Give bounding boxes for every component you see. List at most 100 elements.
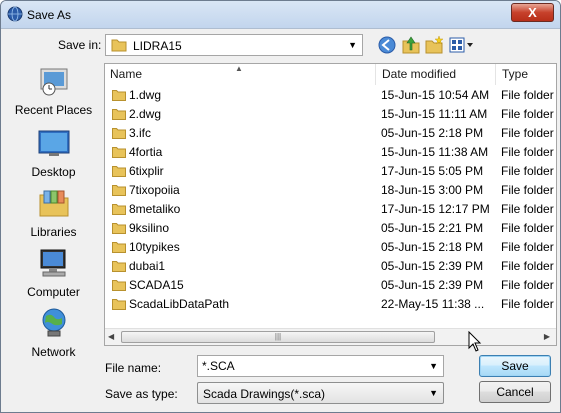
file-type: File folder	[501, 183, 554, 197]
computer-icon	[40, 249, 66, 277]
file-date: 15-Jun-15 11:38 AM	[381, 145, 489, 159]
file-row[interactable]: SCADA15 05-Jun-15 2:39 PM File folder	[105, 276, 556, 295]
file-row[interactable]: ScadaLibDataPath 22-May-15 11:38 ... File …	[105, 295, 556, 314]
scrollbar-thumb[interactable]: |||	[121, 331, 435, 343]
save-in-value: LIDRA15	[133, 39, 182, 53]
file-name: 10typikes	[129, 240, 180, 254]
save-in-dropdown[interactable]: LIDRA15 ▼	[105, 34, 363, 56]
file-name: 3.ifc	[129, 126, 152, 140]
place-label: Desktop	[31, 165, 76, 179]
place-network[interactable]: Network	[6, 307, 101, 365]
place-desktop[interactable]: Desktop	[6, 127, 101, 185]
file-type: File folder	[501, 202, 554, 216]
file-type: File folder	[501, 126, 554, 140]
file-type: File folder	[501, 297, 554, 311]
cancel-button[interactable]: Cancel	[479, 381, 551, 403]
places-bar: Recent Places Desktop Libraries Computer…	[6, 63, 101, 363]
save-as-dialog: Save As X Save in: LIDRA15 ▼ Recent Plac…	[0, 0, 561, 413]
file-date: 05-Jun-15 2:18 PM	[381, 126, 484, 140]
new-folder-icon[interactable]	[424, 35, 444, 55]
save-as-type-value: Scada Drawings(*.sca)	[203, 387, 326, 401]
file-name: 8metaliko	[129, 202, 181, 216]
file-row[interactable]: 9ksilino 05-Jun-15 2:21 PM File folder	[105, 219, 556, 238]
file-type: File folder	[501, 259, 554, 273]
file-type: File folder	[501, 88, 554, 102]
file-name: dubai1	[129, 259, 166, 273]
file-row[interactable]: dubai1 05-Jun-15 2:39 PM File folder	[105, 257, 556, 276]
file-type: File folder	[501, 164, 554, 178]
views-menu-icon[interactable]	[448, 35, 476, 55]
folder-icon	[112, 223, 126, 234]
mouse-cursor-icon	[468, 331, 482, 352]
horizontal-scrollbar[interactable]: ◀ ||| ▶	[105, 328, 556, 345]
file-date: 05-Jun-15 2:39 PM	[381, 278, 484, 292]
file-date: 17-Jun-15 12:17 PM	[381, 202, 490, 216]
folder-icon	[112, 90, 126, 101]
title-bar[interactable]: Save As X	[1, 1, 560, 29]
file-row[interactable]: 4fortia 15-Jun-15 11:38 AM File folder	[105, 143, 556, 162]
file-name-input[interactable]	[202, 359, 427, 373]
file-name: 1.dwg	[129, 88, 162, 102]
cancel-button-label: Cancel	[496, 385, 534, 399]
scroll-left-icon[interactable]: ◀	[108, 332, 114, 341]
chevron-down-icon: ▼	[348, 40, 357, 50]
file-date: 18-Jun-15 3:00 PM	[381, 183, 484, 197]
column-date-label: Date modified	[382, 67, 457, 81]
chevron-down-icon[interactable]: ▼	[429, 361, 438, 371]
column-header-date[interactable]: Date modified	[377, 64, 496, 85]
save-button-label: Save	[501, 359, 529, 373]
folder-icon	[112, 185, 126, 196]
file-type: File folder	[501, 145, 554, 159]
sort-ascending-icon: ▲	[235, 64, 243, 73]
file-type: File folder	[501, 221, 554, 235]
up-folder-icon[interactable]	[401, 35, 421, 55]
chevron-down-icon: ▼	[429, 388, 438, 398]
file-row[interactable]: 6tixplir 17-Jun-15 5:05 PM File folder	[105, 162, 556, 181]
save-in-label: Save in:	[58, 38, 102, 52]
file-name: 2.dwg	[129, 107, 162, 121]
file-type: File folder	[501, 278, 554, 292]
file-date: 17-Jun-15 5:05 PM	[381, 164, 484, 178]
file-date: 05-Jun-15 2:18 PM	[381, 240, 484, 254]
folder-icon	[112, 128, 126, 139]
folder-icon	[112, 204, 126, 215]
folder-icon	[112, 242, 126, 253]
file-row[interactable]: 10typikes 05-Jun-15 2:18 PM File folder	[105, 238, 556, 257]
file-row[interactable]: 2.dwg 15-Jun-15 11:11 AM File folder	[105, 105, 556, 124]
column-name-label: Name	[110, 67, 143, 81]
place-label: Network	[31, 345, 76, 359]
back-arrow-icon[interactable]	[377, 35, 397, 55]
file-name: 7tixopoiia	[129, 183, 180, 197]
save-button[interactable]: Save	[479, 355, 551, 377]
place-computer[interactable]: Computer	[6, 247, 101, 305]
place-libraries[interactable]: Libraries	[6, 187, 101, 245]
desktop-icon	[38, 130, 70, 156]
file-row[interactable]: 1.dwg 15-Jun-15 10:54 AM File folder	[105, 86, 556, 105]
file-list[interactable]: Name ▲ Date modified Type 1.dwg 15-Jun-15…	[104, 63, 557, 346]
file-name-combo[interactable]: ▼	[197, 355, 444, 377]
app-globe-icon	[7, 6, 23, 22]
place-label: Computer	[27, 285, 80, 299]
file-type: File folder	[501, 240, 554, 254]
file-row[interactable]: 3.ifc 05-Jun-15 2:18 PM File folder	[105, 124, 556, 143]
recent-places-icon	[40, 68, 68, 96]
folder-icon	[112, 261, 126, 272]
file-type: File folder	[501, 107, 554, 121]
place-recent-places[interactable]: Recent Places	[6, 65, 101, 123]
folder-icon	[112, 147, 126, 158]
file-row[interactable]: 7tixopoiia 18-Jun-15 3:00 PM File folder	[105, 181, 556, 200]
place-label: Libraries	[30, 225, 77, 239]
close-icon: X	[528, 5, 537, 20]
file-date: 15-Jun-15 10:54 AM	[381, 88, 490, 102]
folder-icon	[112, 280, 126, 291]
column-header-type[interactable]: Type	[497, 64, 556, 85]
file-row[interactable]: 8metaliko 17-Jun-15 12:17 PM File folder	[105, 200, 556, 219]
save-as-type-dropdown[interactable]: Scada Drawings(*.sca) ▼	[197, 382, 444, 404]
scroll-right-icon[interactable]: ▶	[544, 332, 550, 341]
place-label: Recent Places	[14, 103, 93, 117]
file-name: ScadaLibDataPath	[129, 297, 230, 311]
folder-icon	[112, 299, 126, 310]
libraries-icon	[39, 190, 69, 217]
close-button[interactable]: X	[511, 3, 554, 22]
file-date: 15-Jun-15 11:11 AM	[381, 107, 488, 121]
